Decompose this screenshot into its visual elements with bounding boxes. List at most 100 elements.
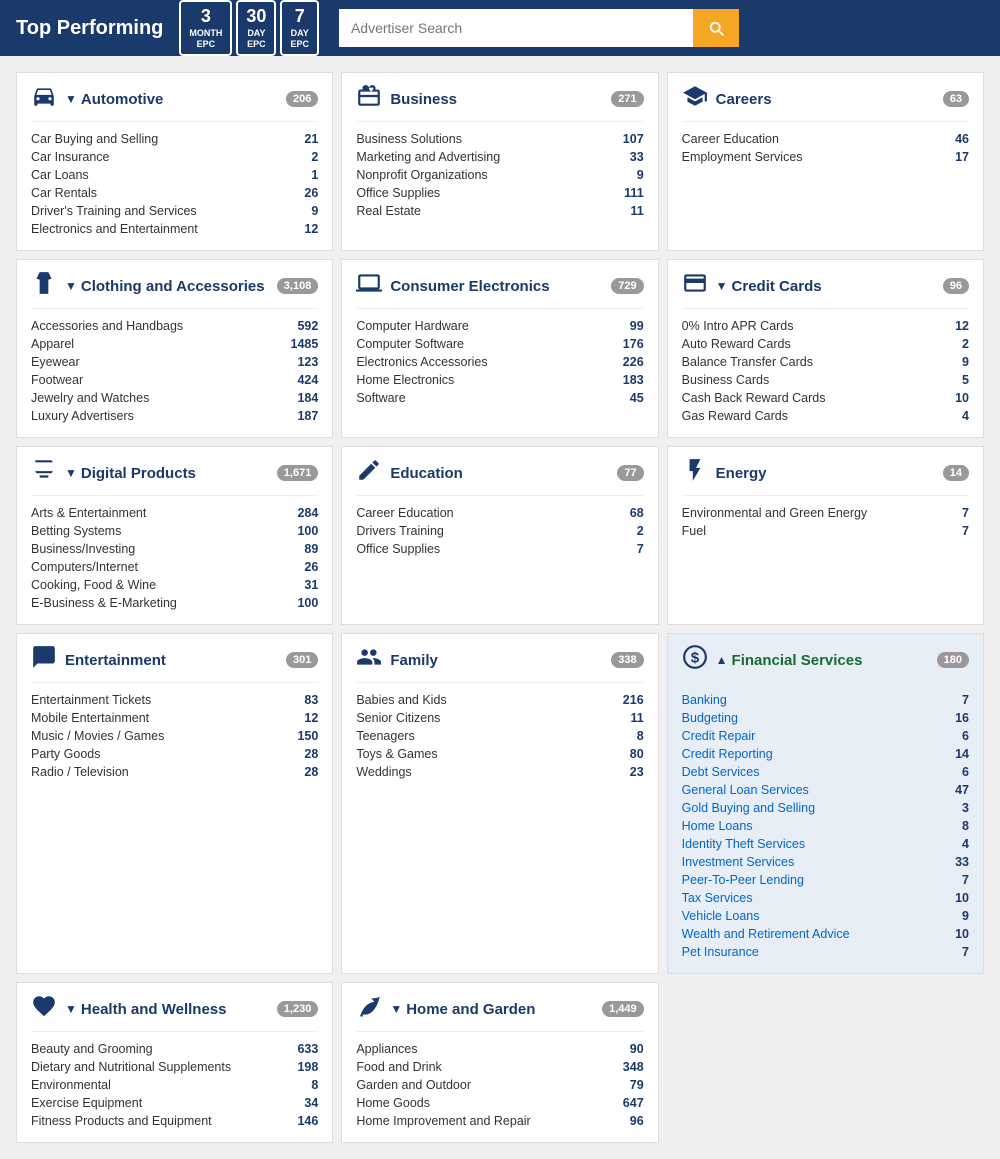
sub-item[interactable]: Drivers Training 2 — [356, 522, 643, 540]
sub-item[interactable]: Fuel 7 — [682, 522, 969, 540]
sub-item[interactable]: Music / Movies / Games 150 — [31, 727, 318, 745]
sub-item[interactable]: Office Supplies 7 — [356, 540, 643, 558]
sub-item[interactable]: Luxury Advertisers 187 — [31, 407, 318, 425]
search-button[interactable] — [693, 9, 739, 47]
sub-item-count: 90 — [614, 1042, 644, 1056]
category-card-consumer-electronics: Consumer Electronics 729 Computer Hardwa… — [341, 259, 658, 438]
cat-title[interactable]: Credit Cards — [732, 278, 935, 295]
sub-item[interactable]: General Loan Services 47 — [682, 781, 969, 799]
sub-item[interactable]: Mobile Entertainment 12 — [31, 709, 318, 727]
sub-item[interactable]: Weddings 23 — [356, 763, 643, 781]
sub-item[interactable]: Gold Buying and Selling 3 — [682, 799, 969, 817]
sub-item[interactable]: Home Goods 647 — [356, 1094, 643, 1112]
sub-item[interactable]: Tax Services 10 — [682, 889, 969, 907]
sub-item[interactable]: Identity Theft Services 4 — [682, 835, 969, 853]
sub-item[interactable]: Gas Reward Cards 4 — [682, 407, 969, 425]
sub-item[interactable]: Office Supplies 111 — [356, 184, 643, 202]
cat-title[interactable]: Digital Products — [81, 465, 269, 482]
cat-title[interactable]: Consumer Electronics — [390, 278, 603, 295]
cat-title[interactable]: Careers — [716, 91, 935, 108]
sub-item[interactable]: Vehicle Loans 9 — [682, 907, 969, 925]
sub-item[interactable]: Eyewear 123 — [31, 353, 318, 371]
sub-item[interactable]: Peer-To-Peer Lending 7 — [682, 871, 969, 889]
cat-title[interactable]: Family — [390, 652, 603, 669]
epc-3month-button[interactable]: 3 MONTHEPC — [179, 0, 232, 55]
sub-item[interactable]: Banking 7 — [682, 691, 969, 709]
search-input[interactable] — [339, 9, 693, 47]
cat-title[interactable]: Clothing and Accessories — [81, 278, 269, 295]
sub-item[interactable]: Fitness Products and Equipment 146 — [31, 1112, 318, 1130]
sub-item[interactable]: Wealth and Retirement Advice 10 — [682, 925, 969, 943]
sub-item[interactable]: Career Education 68 — [356, 504, 643, 522]
sub-item[interactable]: Computers/Internet 26 — [31, 558, 318, 576]
sub-item[interactable]: Toys & Games 80 — [356, 745, 643, 763]
sub-item[interactable]: Senior Citizens 11 — [356, 709, 643, 727]
sub-item[interactable]: Footwear 424 — [31, 371, 318, 389]
sub-item[interactable]: Pet Insurance 7 — [682, 943, 969, 961]
epc-7day-button[interactable]: 7 DAYEPC — [280, 0, 319, 55]
sub-item[interactable]: Garden and Outdoor 79 — [356, 1076, 643, 1094]
sub-item[interactable]: Credit Reporting 14 — [682, 745, 969, 763]
cat-title[interactable]: Health and Wellness — [81, 1001, 269, 1018]
sub-item[interactable]: Investment Services 33 — [682, 853, 969, 871]
sub-item[interactable]: Environmental and Green Energy 7 — [682, 504, 969, 522]
sub-item-name: Beauty and Grooming — [31, 1042, 153, 1056]
cat-title[interactable]: Business — [390, 91, 603, 108]
sub-item[interactable]: Debt Services 6 — [682, 763, 969, 781]
sub-item[interactable]: Real Estate 11 — [356, 202, 643, 220]
sub-item[interactable]: Food and Drink 348 — [356, 1058, 643, 1076]
sub-item[interactable]: Radio / Television 28 — [31, 763, 318, 781]
sub-item[interactable]: Employment Services 17 — [682, 148, 969, 166]
sub-item[interactable]: Party Goods 28 — [31, 745, 318, 763]
cat-title[interactable]: Home and Garden — [406, 1001, 594, 1018]
sub-item[interactable]: Budgeting 16 — [682, 709, 969, 727]
sub-item[interactable]: Teenagers 8 — [356, 727, 643, 745]
sub-item[interactable]: Computer Software 176 — [356, 335, 643, 353]
sub-item[interactable]: Credit Repair 6 — [682, 727, 969, 745]
sub-item[interactable]: Home Loans 8 — [682, 817, 969, 835]
sub-item[interactable]: Apparel 1485 — [31, 335, 318, 353]
sub-item[interactable]: Babies and Kids 216 — [356, 691, 643, 709]
sub-item[interactable]: Balance Transfer Cards 9 — [682, 353, 969, 371]
sub-item[interactable]: Exercise Equipment 34 — [31, 1094, 318, 1112]
sub-item[interactable]: Career Education 46 — [682, 130, 969, 148]
cat-title[interactable]: Energy — [716, 465, 935, 482]
sub-item[interactable]: Arts & Entertainment 284 — [31, 504, 318, 522]
sub-item[interactable]: Home Electronics 183 — [356, 371, 643, 389]
sub-item[interactable]: Cooking, Food & Wine 31 — [31, 576, 318, 594]
sub-item[interactable]: Appliances 90 — [356, 1040, 643, 1058]
sub-item[interactable]: Computer Hardware 99 — [356, 317, 643, 335]
sub-item[interactable]: Electronics Accessories 226 — [356, 353, 643, 371]
cat-title[interactable]: Education — [390, 465, 609, 482]
sub-item[interactable]: Driver's Training and Services 9 — [31, 202, 318, 220]
cat-title[interactable]: Financial Services — [732, 652, 929, 669]
sub-item[interactable]: Beauty and Grooming 633 — [31, 1040, 318, 1058]
sub-item[interactable]: Cash Back Reward Cards 10 — [682, 389, 969, 407]
sub-item[interactable]: Entertainment Tickets 83 — [31, 691, 318, 709]
sub-item[interactable]: 0% Intro APR Cards 12 — [682, 317, 969, 335]
sub-item[interactable]: Environmental 8 — [31, 1076, 318, 1094]
sub-item[interactable]: Accessories and Handbags 592 — [31, 317, 318, 335]
sub-item[interactable]: Marketing and Advertising 33 — [356, 148, 643, 166]
cat-title[interactable]: Automotive — [81, 91, 278, 108]
sub-item[interactable]: Nonprofit Organizations 9 — [356, 166, 643, 184]
sub-item[interactable]: Business/Investing 89 — [31, 540, 318, 558]
cat-title[interactable]: Entertainment — [65, 652, 278, 669]
sub-item[interactable]: Car Rentals 26 — [31, 184, 318, 202]
sub-item[interactable]: Home Improvement and Repair 96 — [356, 1112, 643, 1130]
sub-item[interactable]: Business Solutions 107 — [356, 130, 643, 148]
cat-icon-consumer-electronics — [356, 270, 382, 302]
sub-item[interactable]: E-Business & E-Marketing 100 — [31, 594, 318, 612]
sub-item[interactable]: Betting Systems 100 — [31, 522, 318, 540]
sub-item-count: 176 — [614, 337, 644, 351]
sub-item[interactable]: Car Loans 1 — [31, 166, 318, 184]
sub-item[interactable]: Electronics and Entertainment 12 — [31, 220, 318, 238]
sub-item[interactable]: Dietary and Nutritional Supplements 198 — [31, 1058, 318, 1076]
sub-item[interactable]: Car Buying and Selling 21 — [31, 130, 318, 148]
sub-item[interactable]: Business Cards 5 — [682, 371, 969, 389]
epc-30day-button[interactable]: 30 DAYEPC — [236, 0, 276, 55]
sub-item[interactable]: Car Insurance 2 — [31, 148, 318, 166]
sub-item[interactable]: Software 45 — [356, 389, 643, 407]
sub-item[interactable]: Jewelry and Watches 184 — [31, 389, 318, 407]
sub-item[interactable]: Auto Reward Cards 2 — [682, 335, 969, 353]
